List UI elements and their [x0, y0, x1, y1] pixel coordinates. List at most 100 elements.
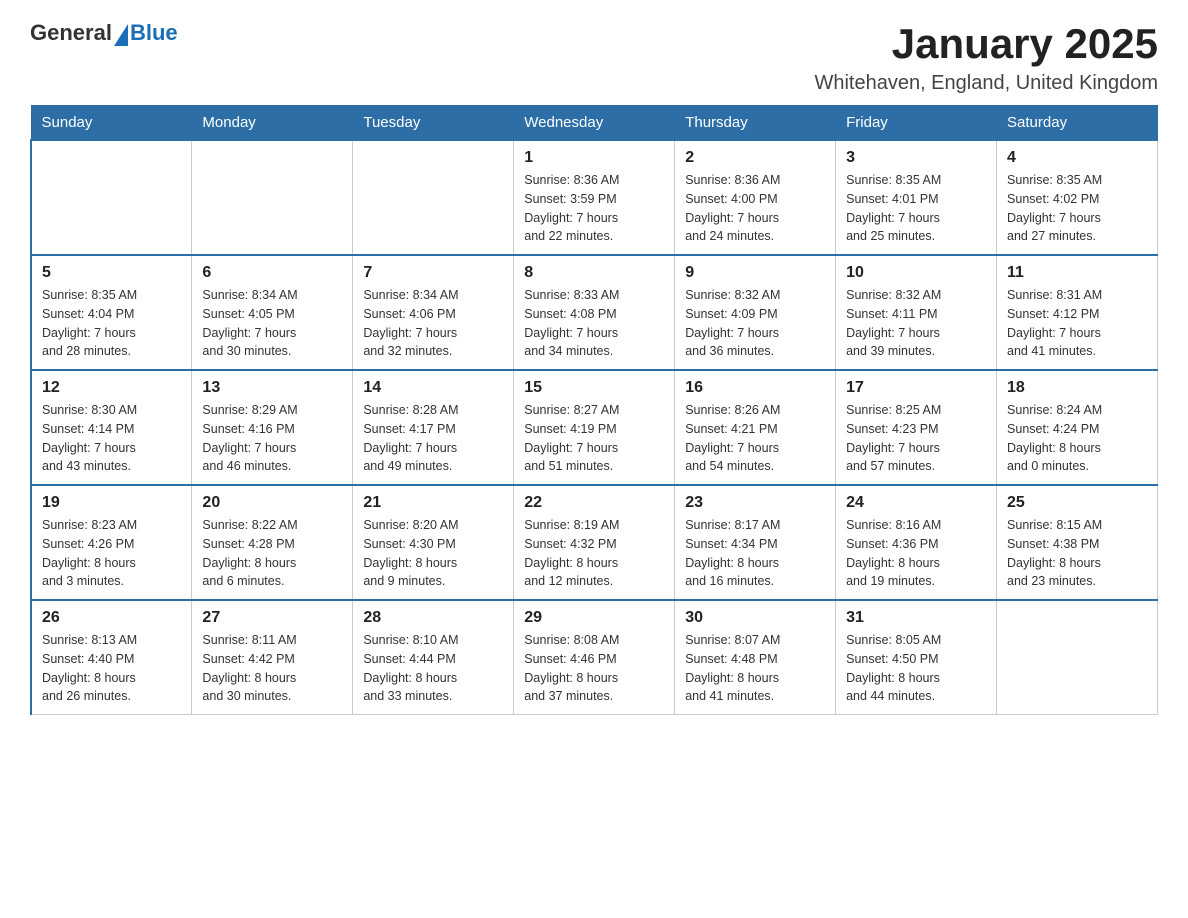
calendar-cell: 2 Sunrise: 8:36 AMSunset: 4:00 PMDaylight…: [675, 140, 836, 255]
calendar-cell: 1 Sunrise: 8:36 AMSunset: 3:59 PMDaylight…: [514, 140, 675, 255]
day-number: 11: [1007, 264, 1147, 282]
calendar-cell: 22 Sunrise: 8:19 AMSunset: 4:32 PMDayligh…: [514, 485, 675, 600]
calendar-cell: 30Sunrise: 8:07 AMSunset: 4:48 PMDayligh…: [675, 600, 836, 715]
day-info: Sunrise: 8:34 AMSunset: 4:06 PMDaylight:…: [363, 286, 503, 361]
day-number: 8: [524, 264, 664, 282]
day-info: Sunrise: 8:31 AMSunset: 4:12 PMDaylight:…: [1007, 286, 1147, 361]
day-info: Sunrise: 8:32 AMSunset: 4:11 PMDaylight:…: [846, 286, 986, 361]
page-header: General Blue January 2025 Whitehaven, En…: [30, 20, 1158, 95]
day-number: 19: [42, 494, 181, 512]
day-number: 26: [42, 609, 181, 627]
day-number: 2: [685, 149, 825, 167]
day-info: Sunrise: 8:35 AMSunset: 4:02 PMDaylight:…: [1007, 171, 1147, 246]
logo: General Blue: [30, 20, 178, 46]
day-number: 15: [524, 379, 664, 397]
day-info: Sunrise: 8:08 AMSunset: 4:46 PMDaylight:…: [524, 631, 664, 706]
calendar-week-row: 1 Sunrise: 8:36 AMSunset: 3:59 PMDaylight…: [31, 140, 1158, 255]
day-number: 22: [524, 494, 664, 512]
day-number: 3: [846, 149, 986, 167]
month-title: January 2025: [814, 20, 1158, 68]
day-info: Sunrise: 8:20 AMSunset: 4:30 PMDaylight:…: [363, 516, 503, 591]
calendar-cell: [192, 140, 353, 255]
weekday-header-tuesday: Tuesday: [353, 106, 514, 141]
day-info: Sunrise: 8:35 AMSunset: 4:01 PMDaylight:…: [846, 171, 986, 246]
day-info: Sunrise: 8:15 AMSunset: 4:38 PMDaylight:…: [1007, 516, 1147, 591]
calendar-cell: 15 Sunrise: 8:27 AMSunset: 4:19 PMDayligh…: [514, 370, 675, 485]
logo-blue-text: Blue: [130, 20, 178, 46]
calendar-cell: 25 Sunrise: 8:15 AMSunset: 4:38 PMDayligh…: [997, 485, 1158, 600]
day-number: 16: [685, 379, 825, 397]
day-number: 7: [363, 264, 503, 282]
day-number: 12: [42, 379, 181, 397]
weekday-header-row: SundayMondayTuesdayWednesdayThursdayFrid…: [31, 106, 1158, 141]
calendar-cell: 13 Sunrise: 8:29 AMSunset: 4:16 PMDayligh…: [192, 370, 353, 485]
day-number: 5: [42, 264, 181, 282]
calendar-cell: 31 Sunrise: 8:05 AMSunset: 4:50 PMDayligh…: [836, 600, 997, 715]
day-info: Sunrise: 8:33 AMSunset: 4:08 PMDaylight:…: [524, 286, 664, 361]
day-info: Sunrise: 8:32 AMSunset: 4:09 PMDaylight:…: [685, 286, 825, 361]
day-info: Sunrise: 8:36 AMSunset: 4:00 PMDaylight:…: [685, 171, 825, 246]
day-number: 9: [685, 264, 825, 282]
day-info: Sunrise: 8:36 AMSunset: 3:59 PMDaylight:…: [524, 171, 664, 246]
calendar-cell: 14Sunrise: 8:28 AMSunset: 4:17 PMDayligh…: [353, 370, 514, 485]
calendar-table: SundayMondayTuesdayWednesdayThursdayFrid…: [30, 105, 1158, 715]
calendar-cell: 10 Sunrise: 8:32 AMSunset: 4:11 PMDayligh…: [836, 255, 997, 370]
calendar-cell: 11 Sunrise: 8:31 AMSunset: 4:12 PMDayligh…: [997, 255, 1158, 370]
calendar-cell: 8 Sunrise: 8:33 AMSunset: 4:08 PMDaylight…: [514, 255, 675, 370]
weekday-header-wednesday: Wednesday: [514, 106, 675, 141]
day-number: 25: [1007, 494, 1147, 512]
logo-triangle-icon: [114, 24, 128, 46]
calendar-cell: 17Sunrise: 8:25 AMSunset: 4:23 PMDayligh…: [836, 370, 997, 485]
calendar-week-row: 5 Sunrise: 8:35 AMSunset: 4:04 PMDaylight…: [31, 255, 1158, 370]
calendar-cell: 9 Sunrise: 8:32 AMSunset: 4:09 PMDaylight…: [675, 255, 836, 370]
calendar-week-row: 19 Sunrise: 8:23 AMSunset: 4:26 PMDayligh…: [31, 485, 1158, 600]
day-info: Sunrise: 8:22 AMSunset: 4:28 PMDaylight:…: [202, 516, 342, 591]
weekday-header-saturday: Saturday: [997, 106, 1158, 141]
calendar-cell: [997, 600, 1158, 715]
calendar-week-row: 12 Sunrise: 8:30 AMSunset: 4:14 PMDayligh…: [31, 370, 1158, 485]
day-info: Sunrise: 8:27 AMSunset: 4:19 PMDaylight:…: [524, 401, 664, 476]
day-info: Sunrise: 8:16 AMSunset: 4:36 PMDaylight:…: [846, 516, 986, 591]
calendar-cell: 3 Sunrise: 8:35 AMSunset: 4:01 PMDaylight…: [836, 140, 997, 255]
day-number: 31: [846, 609, 986, 627]
calendar-body: 1 Sunrise: 8:36 AMSunset: 3:59 PMDaylight…: [31, 140, 1158, 715]
day-info: Sunrise: 8:30 AMSunset: 4:14 PMDaylight:…: [42, 401, 181, 476]
calendar-cell: 26 Sunrise: 8:13 AMSunset: 4:40 PMDayligh…: [31, 600, 192, 715]
calendar-cell: 5 Sunrise: 8:35 AMSunset: 4:04 PMDaylight…: [31, 255, 192, 370]
calendar-cell: 21 Sunrise: 8:20 AMSunset: 4:30 PMDayligh…: [353, 485, 514, 600]
day-info: Sunrise: 8:13 AMSunset: 4:40 PMDaylight:…: [42, 631, 181, 706]
weekday-header-monday: Monday: [192, 106, 353, 141]
day-info: Sunrise: 8:28 AMSunset: 4:17 PMDaylight:…: [363, 401, 503, 476]
day-number: 24: [846, 494, 986, 512]
calendar-cell: 7 Sunrise: 8:34 AMSunset: 4:06 PMDaylight…: [353, 255, 514, 370]
day-number: 28: [363, 609, 503, 627]
day-info: Sunrise: 8:05 AMSunset: 4:50 PMDaylight:…: [846, 631, 986, 706]
calendar-cell: 19 Sunrise: 8:23 AMSunset: 4:26 PMDayligh…: [31, 485, 192, 600]
calendar-cell: 6Sunrise: 8:34 AMSunset: 4:05 PMDaylight…: [192, 255, 353, 370]
calendar-header: SundayMondayTuesdayWednesdayThursdayFrid…: [31, 106, 1158, 141]
day-info: Sunrise: 8:26 AMSunset: 4:21 PMDaylight:…: [685, 401, 825, 476]
day-info: Sunrise: 8:19 AMSunset: 4:32 PMDaylight:…: [524, 516, 664, 591]
calendar-cell: 28Sunrise: 8:10 AMSunset: 4:44 PMDayligh…: [353, 600, 514, 715]
calendar-cell: 24 Sunrise: 8:16 AMSunset: 4:36 PMDayligh…: [836, 485, 997, 600]
calendar-cell: 29 Sunrise: 8:08 AMSunset: 4:46 PMDayligh…: [514, 600, 675, 715]
calendar-cell: 12 Sunrise: 8:30 AMSunset: 4:14 PMDayligh…: [31, 370, 192, 485]
day-number: 13: [202, 379, 342, 397]
day-number: 29: [524, 609, 664, 627]
day-number: 1: [524, 149, 664, 167]
day-number: 21: [363, 494, 503, 512]
day-info: Sunrise: 8:23 AMSunset: 4:26 PMDaylight:…: [42, 516, 181, 591]
day-number: 27: [202, 609, 342, 627]
weekday-header-sunday: Sunday: [31, 106, 192, 141]
day-number: 6: [202, 264, 342, 282]
calendar-cell: 16 Sunrise: 8:26 AMSunset: 4:21 PMDayligh…: [675, 370, 836, 485]
day-number: 10: [846, 264, 986, 282]
day-info: Sunrise: 8:07 AMSunset: 4:48 PMDaylight:…: [685, 631, 825, 706]
logo-general-text: General: [30, 20, 112, 46]
calendar-cell: 18Sunrise: 8:24 AMSunset: 4:24 PMDayligh…: [997, 370, 1158, 485]
day-info: Sunrise: 8:29 AMSunset: 4:16 PMDaylight:…: [202, 401, 342, 476]
day-number: 23: [685, 494, 825, 512]
day-info: Sunrise: 8:35 AMSunset: 4:04 PMDaylight:…: [42, 286, 181, 361]
day-info: Sunrise: 8:24 AMSunset: 4:24 PMDaylight:…: [1007, 401, 1147, 476]
day-number: 17: [846, 379, 986, 397]
